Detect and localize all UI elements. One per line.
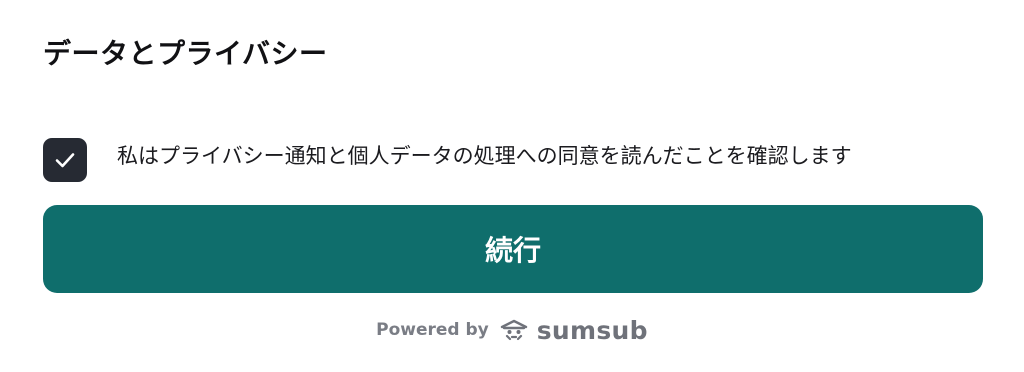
- consent-label[interactable]: 私はプライバシー通知と個人データの処理への同意を読んだことを確認します: [117, 142, 852, 170]
- consent-row: 私はプライバシー通知と個人データの処理への同意を読んだことを確認します: [43, 138, 983, 186]
- consent-checkbox[interactable]: [43, 138, 87, 182]
- sumsub-logo-icon: [499, 318, 529, 342]
- checkmark-icon: [55, 153, 75, 168]
- brand-name: sumsub: [536, 315, 648, 345]
- continue-button[interactable]: 続行: [43, 205, 983, 293]
- powered-by-label: Powered by: [376, 320, 489, 340]
- page-title: データとプライバシー: [43, 37, 328, 70]
- footer: Powered by sumsub: [0, 313, 1024, 347]
